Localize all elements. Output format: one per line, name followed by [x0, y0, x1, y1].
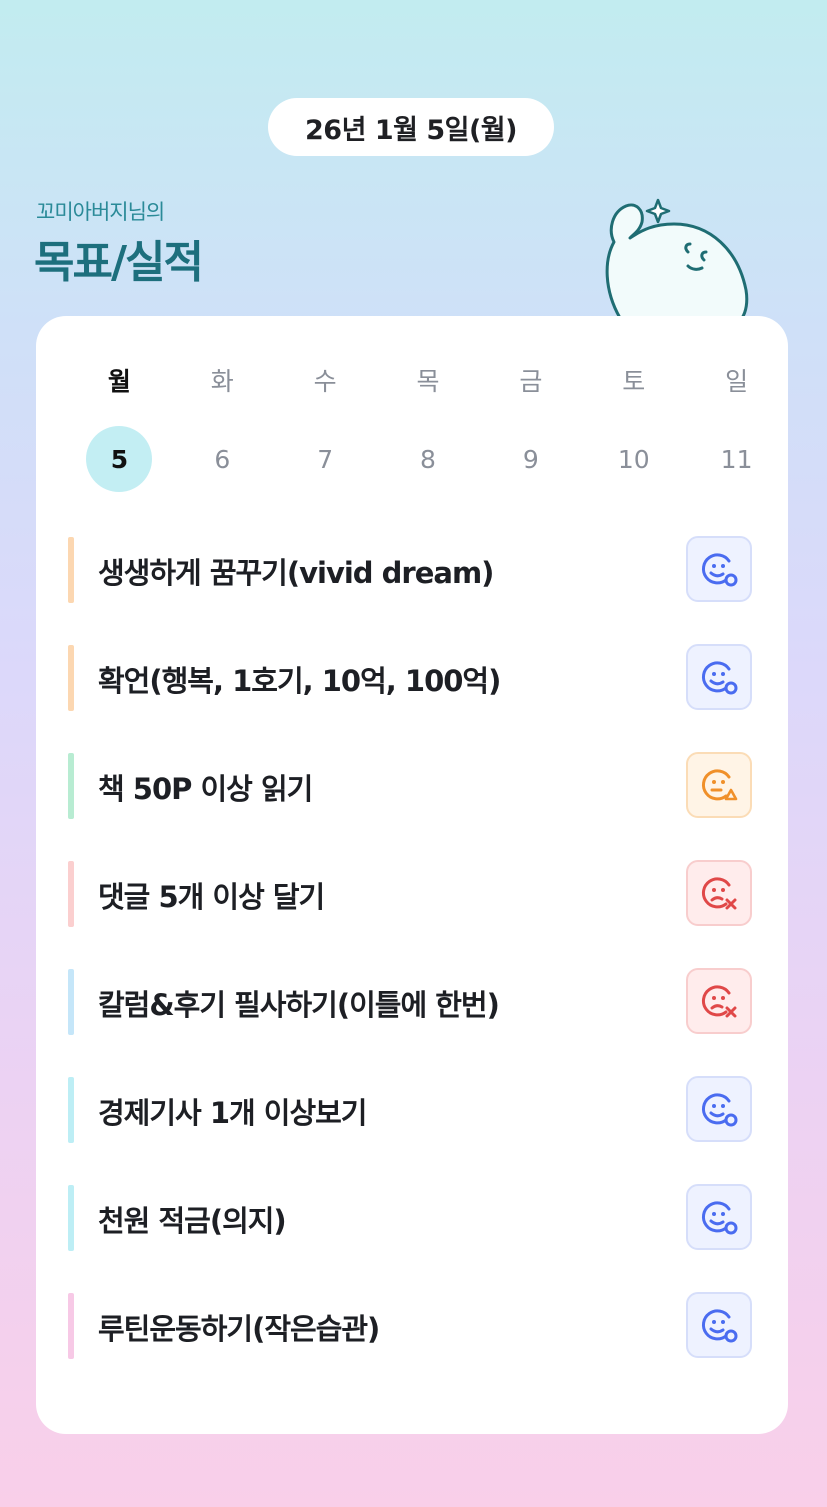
neutral-warning-icon: [701, 769, 738, 801]
goal-status-button[interactable]: [686, 644, 752, 710]
day-name: 일: [725, 367, 749, 396]
goal-list: 생생하게 꿈꾸기(vivid dream) 확언(행복, 1호기, 10억, 10…: [68, 536, 758, 1400]
goal-label: 책 50P 이상 읽기: [98, 772, 313, 806]
day-number[interactable]: 6: [189, 426, 255, 492]
smile-check-icon: [701, 1201, 738, 1235]
goal-row[interactable]: 천원 적금(의지): [68, 1184, 758, 1292]
day-number[interactable]: 9: [498, 426, 564, 492]
goal-color-bar: [68, 1293, 74, 1359]
goal-card: 월 5 화 6 수 7 목 8 금 9 토 10 일 11 생생하게 꿈꾸기(vivid dream) 확언…: [36, 316, 788, 1434]
goal-status-button[interactable]: [686, 752, 752, 818]
goal-label: 천원 적금(의지): [98, 1204, 287, 1238]
date-label: 26년 1월 5일(월): [305, 114, 518, 146]
day-number[interactable]: 8: [395, 426, 461, 492]
goal-color-bar: [68, 861, 74, 927]
goal-color-bar: [68, 645, 74, 711]
goal-label: 칼럼&후기 필사하기(이틀에 한번): [98, 988, 500, 1022]
day-column[interactable]: 일 11: [685, 356, 788, 492]
goal-color-bar: [68, 1077, 74, 1143]
day-name: 월: [107, 367, 131, 396]
goal-status-button[interactable]: [686, 1184, 752, 1250]
goal-label: 댓글 5개 이상 달기: [98, 880, 325, 914]
date-pill[interactable]: 26년 1월 5일(월): [268, 98, 554, 156]
goal-row[interactable]: 확언(행복, 1호기, 10억, 100억): [68, 644, 758, 752]
day-column[interactable]: 금9: [479, 356, 582, 492]
goal-color-bar: [68, 753, 74, 819]
day-name: 화: [210, 367, 234, 396]
smile-check-icon: [701, 661, 738, 695]
day-name: 목: [416, 367, 440, 396]
goal-color-bar: [68, 969, 74, 1035]
goal-row[interactable]: 댓글 5개 이상 달기: [68, 860, 758, 968]
day-name: 토: [622, 367, 646, 396]
mascot-illustration: [605, 198, 749, 320]
day-column[interactable]: 수7: [274, 356, 377, 492]
day-column[interactable]: 토 10: [582, 356, 685, 492]
smile-check-icon: [701, 1093, 738, 1127]
day-number[interactable]: 7: [292, 426, 358, 492]
goal-row[interactable]: 루틴운동하기(작은습관): [68, 1292, 758, 1400]
goal-label: 경제기사 1개 이상보기: [98, 1096, 367, 1130]
goal-status-button[interactable]: [686, 968, 752, 1034]
sad-x-icon: [701, 877, 737, 910]
owner-label: 꼬미아버지님의: [36, 200, 165, 224]
goal-status-button[interactable]: [686, 860, 752, 926]
day-number[interactable]: 11: [704, 426, 770, 492]
goal-status-button[interactable]: [686, 536, 752, 602]
goal-status-button[interactable]: [686, 1076, 752, 1142]
sad-x-icon: [701, 985, 737, 1018]
smile-check-icon: [701, 1309, 738, 1343]
goal-color-bar: [68, 537, 74, 603]
goal-color-bar: [68, 1185, 74, 1251]
goal-label: 루틴운동하기(작은습관): [98, 1312, 380, 1346]
page-title: 목표/실적: [34, 237, 204, 288]
goal-row[interactable]: 책 50P 이상 읽기: [68, 752, 758, 860]
day-column[interactable]: 화6: [171, 356, 274, 492]
day-name: 수: [313, 367, 337, 396]
day-column[interactable]: 월5: [68, 356, 171, 492]
goal-row[interactable]: 칼럼&후기 필사하기(이틀에 한번): [68, 968, 758, 1076]
day-column[interactable]: 목8: [377, 356, 480, 492]
day-name: 금: [519, 367, 543, 396]
goal-row[interactable]: 생생하게 꿈꾸기(vivid dream): [68, 536, 758, 644]
smile-check-icon: [701, 553, 738, 587]
goal-status-button[interactable]: [686, 1292, 752, 1358]
selected-day-number[interactable]: 5: [86, 426, 153, 492]
day-number[interactable]: 10: [601, 426, 667, 492]
goal-label: 생생하게 꿈꾸기(vivid dream): [98, 556, 494, 590]
goal-row[interactable]: 경제기사 1개 이상보기: [68, 1076, 758, 1184]
goal-label: 확언(행복, 1호기, 10억, 100억): [98, 664, 501, 698]
week-strip: 월 5 화 6 수 7 목 8 금 9 토 10 일 11: [68, 356, 788, 492]
